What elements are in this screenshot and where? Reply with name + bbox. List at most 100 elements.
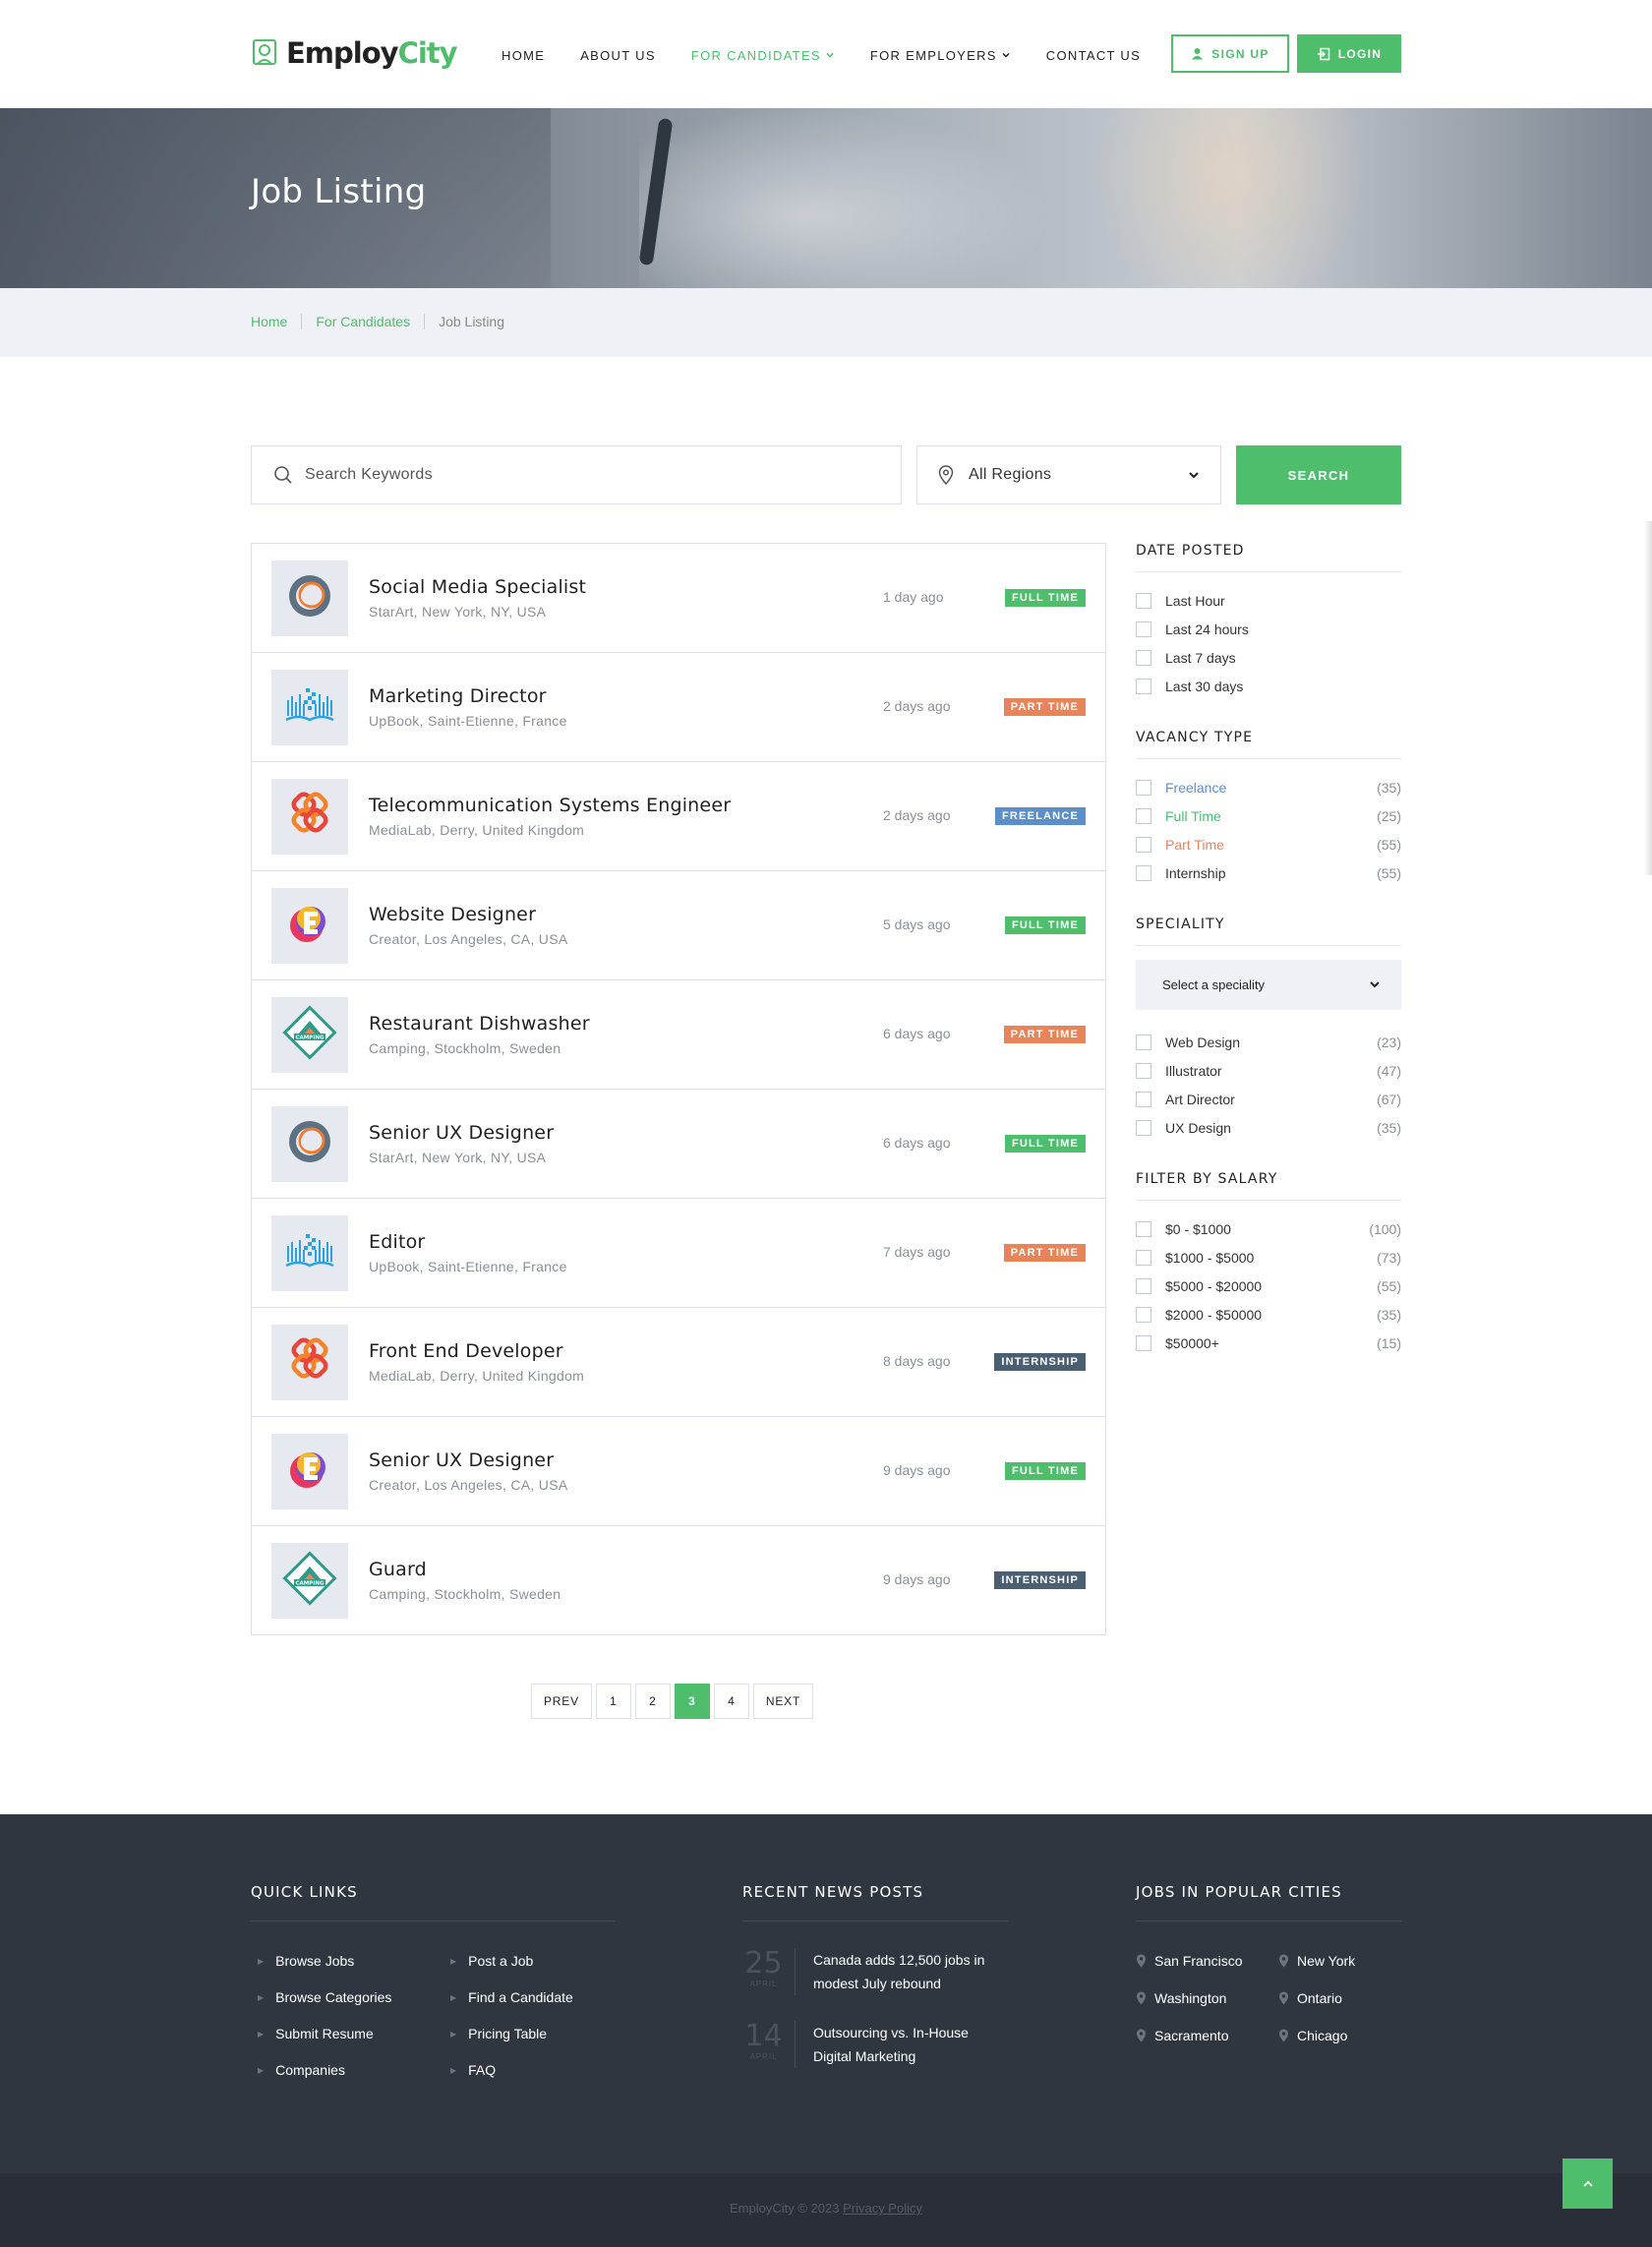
back-to-top-button[interactable] xyxy=(1563,2158,1613,2209)
option-count: (23) xyxy=(1377,1034,1401,1050)
salary-option[interactable]: $50000+ (15) xyxy=(1136,1329,1401,1357)
login-button[interactable]: LOGIN xyxy=(1297,34,1401,73)
sign-up-button[interactable]: SIGN UP xyxy=(1171,34,1289,73)
nav-home[interactable]: HOME xyxy=(502,45,545,65)
job-row[interactable]: Website Designer Creator, Los Angeles, CA… xyxy=(252,871,1105,980)
checkbox[interactable] xyxy=(1136,678,1151,694)
job-row[interactable]: Social Media Specialist StarArt, New York… xyxy=(252,544,1105,653)
footer-link-browse-categories[interactable]: ▶ Browse Categories xyxy=(258,1989,391,2005)
checkbox[interactable] xyxy=(1136,592,1151,609)
page-1-button[interactable]: 1 xyxy=(595,1684,631,1719)
news-headline[interactable]: Outsourcing vs. In-House Digital Marketi… xyxy=(813,2021,1010,2068)
news-item[interactable]: 25 APRIL Canada adds 12,500 jobs in modes… xyxy=(742,1948,1010,1995)
job-title[interactable]: Website Designer xyxy=(369,904,536,925)
checkbox[interactable] xyxy=(1136,1034,1151,1050)
breadcrumb-home[interactable]: Home xyxy=(251,314,303,329)
footer-link-browse-jobs[interactable]: ▶ Browse Jobs xyxy=(258,1953,354,1969)
prev-page-button[interactable]: PREV xyxy=(531,1684,592,1719)
city-link[interactable]: New York xyxy=(1278,1953,1355,1969)
nav-for-candidates[interactable]: FOR CANDIDATES xyxy=(691,45,835,65)
footer-link-faq[interactable]: ▶ FAQ xyxy=(450,2062,496,2078)
svg-text:CAMPING: CAMPING xyxy=(296,1035,324,1041)
job-row[interactable]: Senior UX Designer Creator, Los Angeles, … xyxy=(252,1417,1105,1526)
site-logo[interactable]: Employ City xyxy=(251,33,458,73)
date-filter-option[interactable]: Last 24 hours xyxy=(1136,615,1401,643)
city-link[interactable]: Washington xyxy=(1136,1990,1226,2006)
privacy-policy-link[interactable]: Privacy Policy xyxy=(843,2201,922,2216)
checkbox[interactable] xyxy=(1136,836,1151,853)
checkbox[interactable] xyxy=(1136,1306,1151,1323)
breadcrumb-for-candidates[interactable]: For Candidates xyxy=(316,314,426,329)
speciality-select[interactable]: Select a speciality xyxy=(1136,960,1401,1010)
hero-paper xyxy=(639,108,1052,288)
job-title[interactable]: Front End Developer xyxy=(369,1340,563,1362)
job-row[interactable]: Marketing Director UpBook, Saint-Etienne,… xyxy=(252,653,1105,762)
job-title[interactable]: Restaurant Dishwasher xyxy=(369,1013,590,1035)
search-input[interactable]: Search Keywords xyxy=(251,445,902,504)
checkbox[interactable] xyxy=(1136,1277,1151,1294)
page-2-button[interactable]: 2 xyxy=(634,1684,671,1719)
vacancy-option-part-time[interactable]: Part Time (55) xyxy=(1136,830,1401,858)
job-row[interactable]: CAMPING Guard Camping, Stockholm, Sweden 9 … xyxy=(252,1526,1105,1635)
job-title[interactable]: Senior UX Designer xyxy=(369,1449,554,1471)
page-4-button[interactable]: 4 xyxy=(713,1684,749,1719)
speciality-option[interactable]: Illustrator (47) xyxy=(1136,1056,1401,1085)
news-headline[interactable]: Canada adds 12,500 jobs in modest July r… xyxy=(813,1948,1010,1995)
footer-link-pricing[interactable]: ▶ Pricing Table xyxy=(450,2026,547,2041)
job-title[interactable]: Marketing Director xyxy=(369,685,547,707)
job-row[interactable]: Senior UX Designer StarArt, New York, NY,… xyxy=(252,1090,1105,1199)
salary-option[interactable]: $1000 - $5000 (73) xyxy=(1136,1243,1401,1271)
triangle-right-icon: ▶ xyxy=(258,2029,265,2039)
checkbox[interactable] xyxy=(1136,1119,1151,1136)
region-select[interactable]: All Regions xyxy=(916,445,1221,504)
footer-link-find-candidate[interactable]: ▶ Find a Candidate xyxy=(450,1989,573,2005)
job-title[interactable]: Guard xyxy=(369,1559,427,1580)
job-row[interactable]: Telecommunication Systems Engineer MediaL… xyxy=(252,762,1105,871)
speciality-option[interactable]: Art Director (67) xyxy=(1136,1085,1401,1113)
job-row[interactable]: CAMPING Restaurant Dishwasher Camping, Sto… xyxy=(252,980,1105,1090)
checkbox[interactable] xyxy=(1136,1091,1151,1107)
option-count: (55) xyxy=(1377,864,1401,881)
checkbox[interactable] xyxy=(1136,779,1151,796)
job-title[interactable]: Editor xyxy=(369,1231,425,1253)
job-title[interactable]: Senior UX Designer xyxy=(369,1122,554,1144)
job-title[interactable]: Social Media Specialist xyxy=(369,576,586,598)
date-filter-option[interactable]: Last Hour xyxy=(1136,586,1401,615)
salary-option[interactable]: $5000 - $20000 (55) xyxy=(1136,1271,1401,1300)
checkbox[interactable] xyxy=(1136,621,1151,637)
search-button[interactable]: SEARCH xyxy=(1236,445,1401,504)
nav-for-employers[interactable]: FOR EMPLOYERS xyxy=(870,45,1011,65)
vacancy-option-internship[interactable]: Internship (55) xyxy=(1136,858,1401,887)
next-page-button[interactable]: NEXT xyxy=(752,1684,814,1719)
footer-link-post-job[interactable]: ▶ Post a Job xyxy=(450,1953,533,1969)
city-link[interactable]: Sacramento xyxy=(1136,2028,1228,2043)
job-location: Camping, Stockholm, Sweden xyxy=(369,1586,561,1602)
footer-link-submit-resume[interactable]: ▶ Submit Resume xyxy=(258,2026,374,2041)
vacancy-option-freelance[interactable]: Freelance (35) xyxy=(1136,773,1401,801)
checkbox[interactable] xyxy=(1136,1062,1151,1079)
vacancy-option-full-time[interactable]: Full Time (25) xyxy=(1136,801,1401,830)
city-link[interactable]: San Francisco xyxy=(1136,1953,1242,1969)
page-3-button[interactable]: 3 xyxy=(674,1684,710,1719)
nav-about[interactable]: ABOUT US xyxy=(580,45,656,65)
checkbox[interactable] xyxy=(1136,1249,1151,1266)
speciality-option[interactable]: Web Design (23) xyxy=(1136,1028,1401,1056)
checkbox[interactable] xyxy=(1136,1220,1151,1237)
job-title[interactable]: Telecommunication Systems Engineer xyxy=(369,795,731,816)
news-item[interactable]: 14 APRIL Outsourcing vs. In-House Digital… xyxy=(742,2021,1010,2068)
speciality-option[interactable]: UX Design (35) xyxy=(1136,1113,1401,1142)
nav-contact[interactable]: CONTACT US xyxy=(1046,45,1141,65)
checkbox[interactable] xyxy=(1136,1334,1151,1351)
salary-option[interactable]: $2000 - $50000 (35) xyxy=(1136,1300,1401,1329)
date-filter-option[interactable]: Last 7 days xyxy=(1136,643,1401,672)
checkbox[interactable] xyxy=(1136,807,1151,824)
job-row[interactable]: Editor UpBook, Saint-Etienne, France 7 day… xyxy=(252,1199,1105,1308)
footer-link-companies[interactable]: ▶ Companies xyxy=(258,2062,345,2078)
city-link[interactable]: Ontario xyxy=(1278,1990,1342,2006)
checkbox[interactable] xyxy=(1136,649,1151,666)
city-link[interactable]: Chicago xyxy=(1278,2028,1347,2043)
checkbox[interactable] xyxy=(1136,864,1151,881)
date-filter-option[interactable]: Last 30 days xyxy=(1136,672,1401,700)
salary-option[interactable]: $0 - $1000 (100) xyxy=(1136,1214,1401,1243)
job-row[interactable]: Front End Developer MediaLab, Derry, Unit… xyxy=(252,1308,1105,1417)
